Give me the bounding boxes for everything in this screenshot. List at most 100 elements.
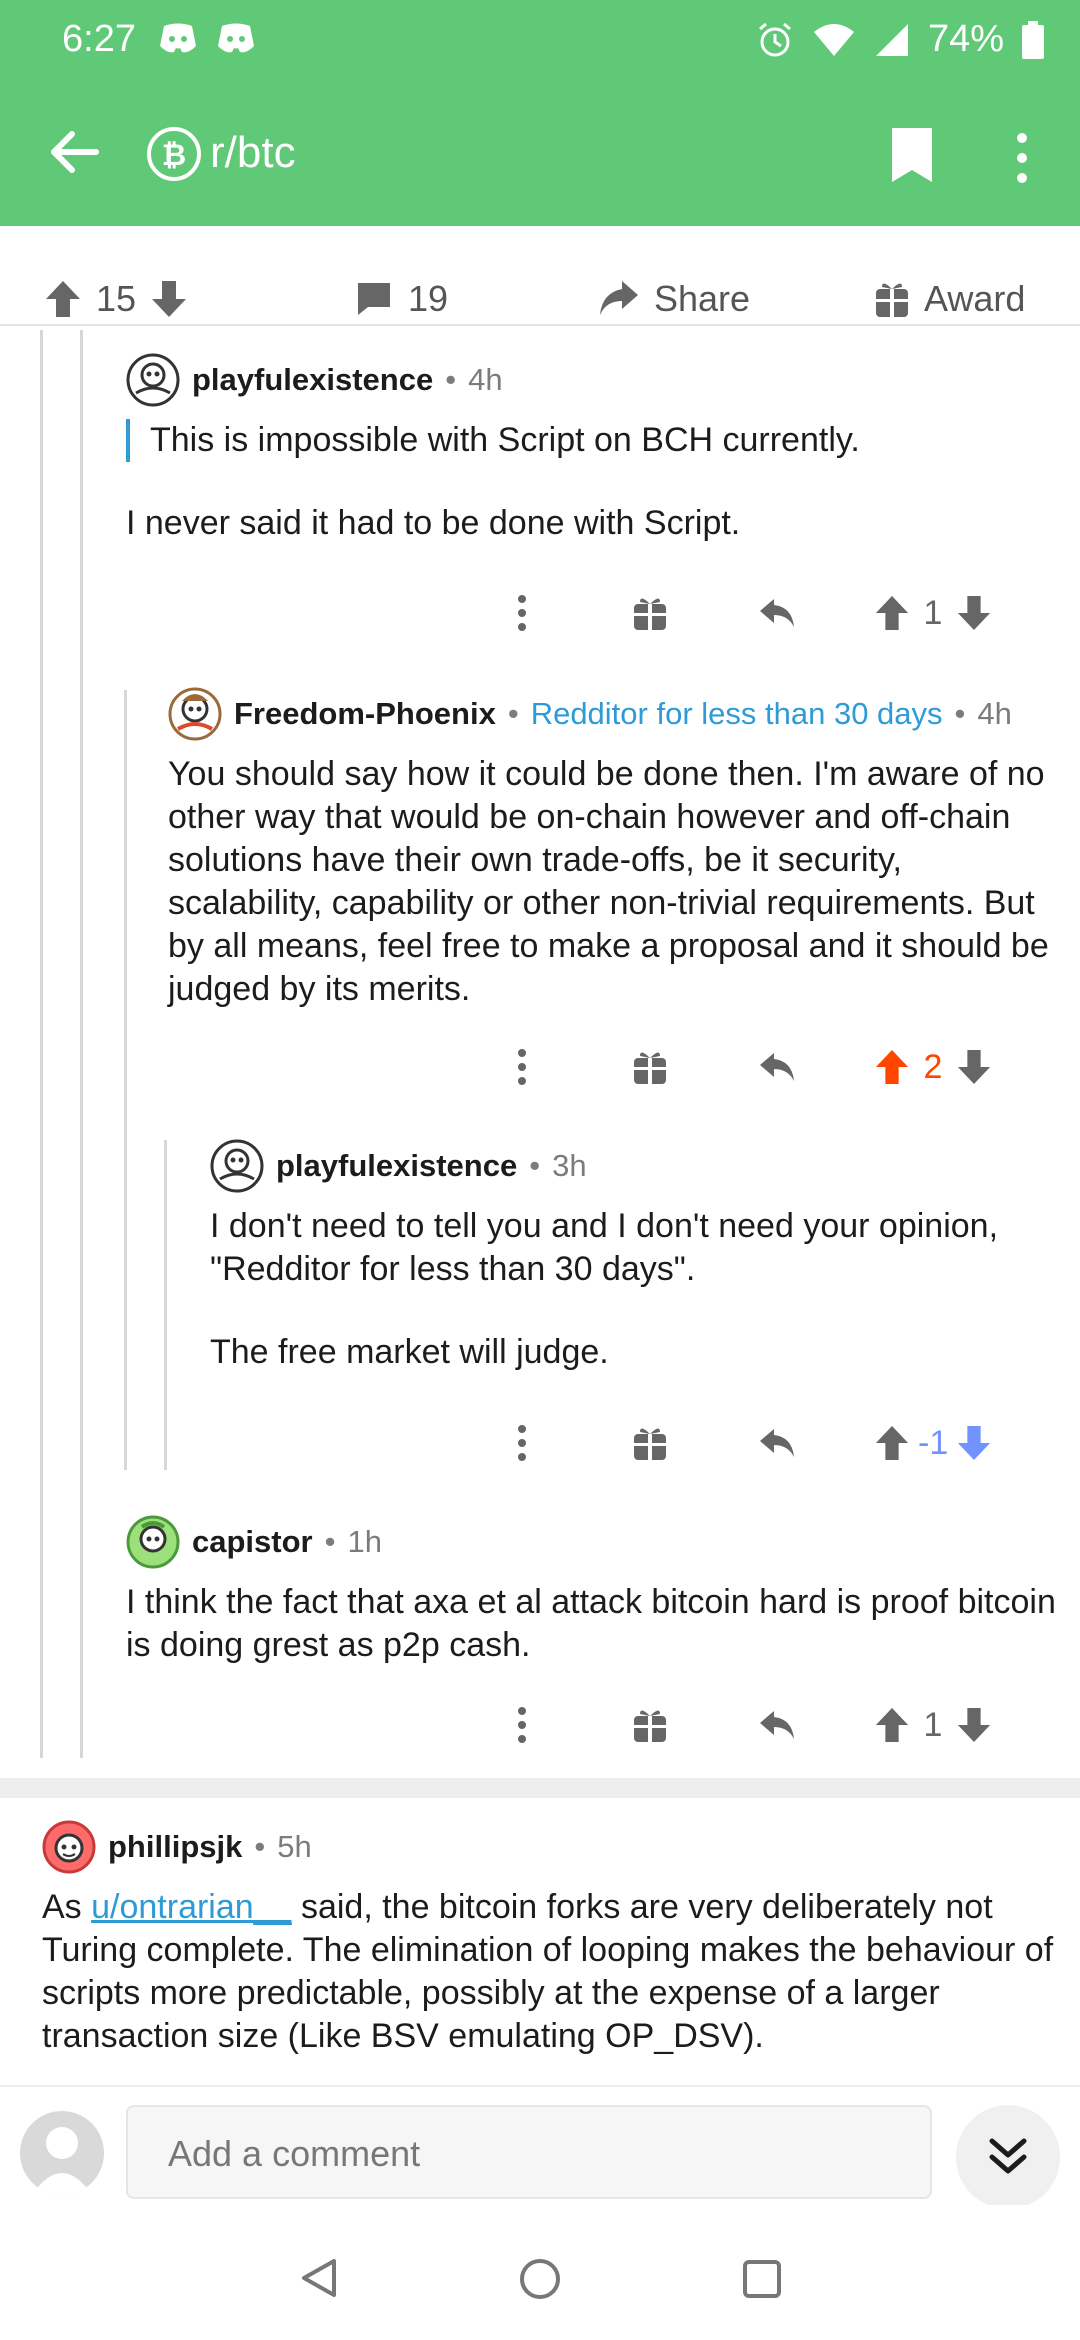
wifi-icon [813, 23, 854, 56]
comment-header: Freedom-Phoenix • Redditor for less than… [168, 687, 1058, 741]
avatar[interactable] [168, 687, 222, 741]
comment-age: 3h [552, 1148, 587, 1183]
avatar[interactable] [42, 1820, 96, 1874]
status-right: 74% [756, 18, 1044, 61]
thread-line-1 [40, 330, 43, 1758]
share-label: Share [654, 278, 751, 319]
upvote-icon[interactable] [874, 1424, 910, 1462]
thread-line-3 [124, 690, 127, 1470]
comment-body: As u/ontrarian__ said, the bitcoin forks… [42, 1886, 1062, 2058]
comment-actions: 1 [512, 588, 992, 638]
avatar[interactable] [126, 353, 180, 407]
award-label: Award [924, 278, 1026, 319]
subreddit-icon[interactable]: ₿ [146, 126, 202, 182]
nav-home-icon[interactable] [518, 2257, 562, 2301]
signal-icon [875, 23, 908, 56]
comment-header: playfulexistence • 3h [210, 1139, 1060, 1193]
comment: Freedom-Phoenix • Redditor for less than… [168, 687, 1058, 1011]
post-score: 15 [96, 278, 137, 319]
post-actions: 15 19 Share Award [0, 270, 1080, 328]
comment-age: 4h [977, 696, 1012, 731]
award-button[interactable]: Award [874, 270, 1025, 328]
share-icon [600, 281, 638, 315]
comment-body-2: The free market will judge. [210, 1333, 609, 1371]
post-vote: 15 [44, 270, 188, 328]
back-arrow-icon[interactable] [42, 120, 106, 184]
thread-line-4 [164, 1140, 167, 1470]
comment-count: 19 [408, 278, 449, 319]
gift-icon [876, 283, 908, 317]
divider [0, 324, 1080, 326]
comment-age: 5h [277, 1829, 312, 1864]
comment: playfulexistence • 4h This is impossible… [126, 353, 1056, 545]
downvote-icon[interactable] [956, 594, 992, 632]
username[interactable]: phillipsjk [108, 1829, 242, 1865]
user-mention-link[interactable]: u/ontrarian__ [91, 1888, 291, 1926]
gift-icon[interactable] [632, 594, 668, 632]
separator: • [254, 1829, 266, 1864]
avatar[interactable] [126, 1515, 180, 1569]
notification-icons [158, 22, 256, 56]
upvote-icon[interactable] [874, 1706, 910, 1744]
gift-icon[interactable] [632, 1048, 668, 1086]
comment-header: playfulexistence • 4h [126, 353, 1056, 407]
user-flair: Redditor for less than 30 days [530, 696, 943, 731]
comment-body: I think the fact that axa et al attack b… [126, 1583, 1056, 1664]
comment-body: I never said it had to be done with Scri… [126, 504, 741, 542]
reply-icon[interactable] [758, 595, 798, 631]
reply-icon[interactable] [758, 1707, 798, 1743]
nav-back-icon[interactable] [298, 2257, 340, 2299]
battery-percent: 74% [927, 18, 1004, 60]
comments-button[interactable]: 19 [354, 270, 448, 328]
comment-actions: 1 [512, 1700, 992, 1750]
status-time: 6:27 [62, 18, 136, 60]
bookmark-icon[interactable] [888, 126, 936, 184]
reply-icon[interactable] [758, 1049, 798, 1085]
add-comment-input[interactable]: Add a comment [126, 2105, 932, 2199]
username[interactable]: capistor [192, 1524, 313, 1560]
downvote-icon[interactable] [150, 279, 188, 319]
comment: capistor • 1h I think the fact that axa … [126, 1515, 1056, 1667]
reply-icon[interactable] [758, 1425, 798, 1461]
more-icon[interactable] [512, 1047, 532, 1087]
separator: • [445, 362, 457, 397]
status-bar: 6:27 74% [0, 0, 1080, 80]
comment-score: 2 [923, 1047, 943, 1086]
upvote-icon[interactable] [874, 594, 910, 632]
separator: • [529, 1148, 541, 1183]
username[interactable]: playfulexistence [192, 362, 433, 398]
comment-age: 1h [347, 1524, 382, 1559]
gift-icon[interactable] [632, 1424, 668, 1462]
downvote-icon[interactable] [956, 1706, 992, 1744]
subreddit-name[interactable]: r/btc [210, 128, 296, 178]
avatar[interactable] [210, 1139, 264, 1193]
gift-icon[interactable] [632, 1706, 668, 1744]
separator: • [507, 696, 519, 731]
comment-actions: 2 [512, 1042, 992, 1092]
more-icon[interactable] [512, 593, 532, 633]
comment-score: 1 [923, 1705, 943, 1744]
more-options-icon[interactable] [1004, 128, 1040, 188]
user-icon [32, 2127, 92, 2195]
top-bar: 6:27 74% ₿ r/btc [0, 0, 1080, 226]
comment-age: 4h [468, 362, 503, 397]
battery-icon [1022, 20, 1044, 59]
downvote-icon[interactable] [956, 1048, 992, 1086]
username[interactable]: Freedom-Phoenix [234, 696, 496, 732]
comment-actions: -1 [512, 1418, 992, 1468]
my-avatar[interactable] [20, 2111, 104, 2195]
upvote-icon-active[interactable] [874, 1048, 910, 1086]
comment: phillipsjk • 5h As u/ontrarian__ said, t… [42, 1820, 1062, 2058]
more-icon[interactable] [512, 1423, 532, 1463]
more-icon[interactable] [512, 1705, 532, 1745]
upvote-icon[interactable] [44, 279, 82, 319]
downvote-icon-active[interactable] [956, 1424, 992, 1462]
comment-score: -1 [918, 1423, 949, 1462]
username[interactable]: playfulexistence [276, 1148, 517, 1184]
collapse-button[interactable] [956, 2105, 1060, 2209]
alarm-icon [758, 22, 791, 56]
share-button[interactable]: Share [596, 270, 750, 328]
comment-composer: Add a comment [0, 2085, 1080, 2209]
app-bar: ₿ r/btc [0, 100, 1080, 210]
nav-recents-icon[interactable] [742, 2259, 782, 2299]
